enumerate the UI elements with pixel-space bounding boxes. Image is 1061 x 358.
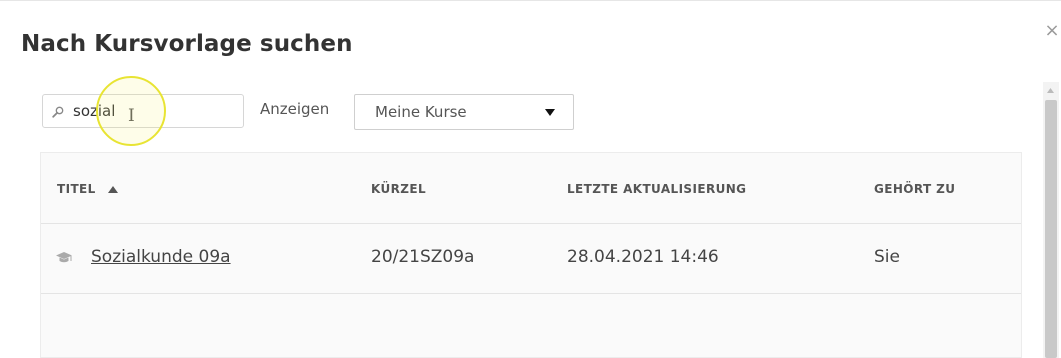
column-header-title[interactable]: TITEL xyxy=(57,182,119,196)
course-owner-cell: Sie xyxy=(874,247,900,267)
filter-label: Anzeigen xyxy=(260,100,330,118)
course-title-link[interactable]: Sozialkunde 09a xyxy=(91,247,231,267)
column-header-updated[interactable]: LETZTE AKTUALISIERUNG xyxy=(567,182,746,196)
scrollbar-thumb[interactable] xyxy=(1045,100,1057,358)
caret-down-icon xyxy=(545,109,555,116)
course-short-cell: 20/21SZ09a xyxy=(371,247,475,267)
table-header: TITEL KÜRZEL LETZTE AKTUALISIERUNG GEHÖR… xyxy=(41,153,1021,224)
course-updated-cell: 28.04.2021 14:46 xyxy=(567,247,719,267)
close-icon[interactable]: × xyxy=(1043,20,1061,42)
dialog-title: Nach Kursvorlage suchen xyxy=(21,31,353,57)
course-filter-dropdown[interactable]: Meine Kurse xyxy=(354,94,574,130)
mouse-highlight xyxy=(96,76,166,146)
course-template-table: TITEL KÜRZEL LETZTE AKTUALISIERUNG GEHÖR… xyxy=(40,152,1022,358)
graduation-cap-icon xyxy=(56,252,72,263)
column-header-short[interactable]: KÜRZEL xyxy=(371,182,426,196)
scroll-up-arrow-icon[interactable] xyxy=(1047,88,1054,93)
sort-ascending-icon xyxy=(108,185,119,193)
column-header-title-label: TITEL xyxy=(57,182,96,196)
dropdown-selected-value: Meine Kurse xyxy=(375,103,467,121)
top-divider xyxy=(0,0,1061,1)
table-row[interactable]: Sozialkunde 09a 20/21SZ09a 28.04.2021 14… xyxy=(41,223,1021,294)
column-header-owner[interactable]: GEHÖRT ZU xyxy=(874,182,955,196)
search-icon xyxy=(52,106,64,118)
